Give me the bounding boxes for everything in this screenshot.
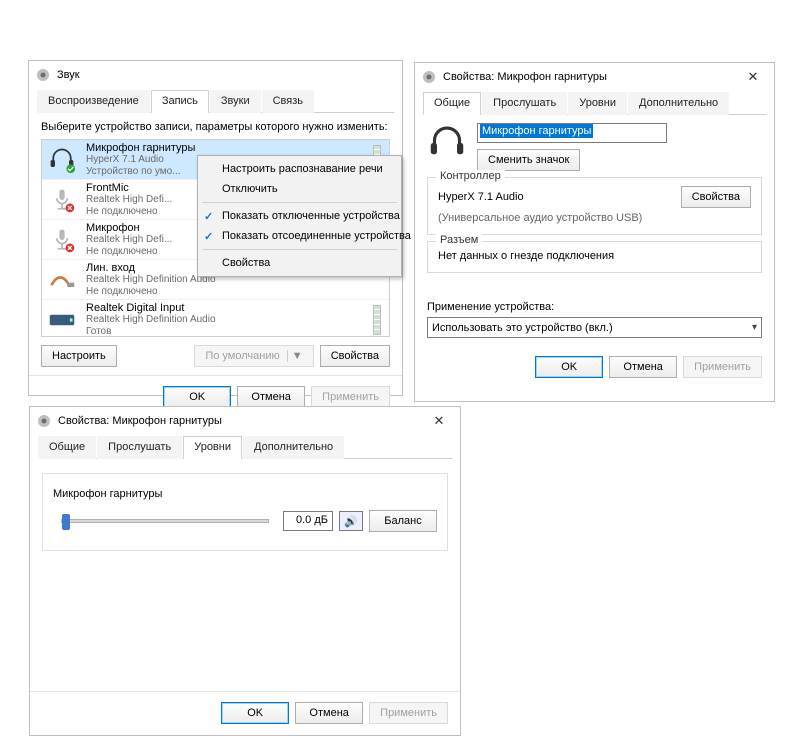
- speaker-icon: [36, 413, 52, 429]
- device-usage-dropdown[interactable]: Использовать это устройство (вкл.) ▾: [427, 317, 762, 338]
- close-button[interactable]: ✕: [424, 413, 454, 429]
- speaker-on-icon: 🔊: [344, 515, 358, 528]
- tab-playback[interactable]: Воспроизведение: [37, 90, 150, 113]
- mic-icon: [46, 184, 78, 216]
- controller-groupbox-title: Контроллер: [436, 170, 505, 182]
- level-meter-icon: [373, 305, 381, 335]
- linein-icon: [46, 264, 78, 296]
- jack-groupbox-title: Разъем: [436, 234, 482, 246]
- sound-tabs: Воспроизведение Запись Звуки Связь: [37, 89, 394, 113]
- device-text: Realtek Digital Input Realtek High Defin…: [86, 302, 365, 337]
- set-default-button[interactable]: По умолчанию ▼: [194, 345, 313, 367]
- speaker-icon: [35, 67, 51, 83]
- ok-button[interactable]: OK: [163, 386, 231, 408]
- controller-subtext: (Универсальное аудио устройство USB): [438, 212, 751, 224]
- props-levels-title: Свойства: Микрофон гарнитуры: [58, 415, 424, 427]
- mic-level-value[interactable]: 0.0 дБ: [283, 511, 333, 531]
- menu-item-show-disconnected[interactable]: Показать отсоединенные устройства: [198, 226, 401, 246]
- device-usage-value: Использовать это устройство (вкл.): [432, 322, 613, 334]
- menu-item-show-disabled[interactable]: Показать отключенные устройства: [198, 206, 401, 226]
- ok-button[interactable]: OK: [535, 356, 603, 378]
- recording-prompt: Выберите устройство записи, параметры ко…: [41, 121, 390, 133]
- tab-levels[interactable]: Уровни: [568, 92, 627, 115]
- tab-listen[interactable]: Прослушать: [97, 436, 182, 459]
- cancel-button[interactable]: Отмена: [609, 356, 677, 378]
- chevron-down-icon: ▾: [752, 322, 757, 333]
- device-name: Микрофон гарнитуры: [86, 142, 365, 155]
- props-general-titlebar[interactable]: Свойства: Микрофон гарнитуры ✕: [415, 63, 774, 91]
- props-levels-titlebar[interactable]: Свойства: Микрофон гарнитуры ✕: [30, 407, 460, 435]
- device-row-digital-input[interactable]: Realtek Digital Input Realtek High Defin…: [42, 300, 389, 337]
- device-status: Не подключено: [86, 286, 385, 298]
- props-levels-tabs: Общие Прослушать Уровни Дополнительно: [38, 435, 452, 459]
- balance-button[interactable]: Баланс: [369, 510, 437, 532]
- controller-properties-button[interactable]: Свойства: [681, 186, 751, 208]
- chevron-down-icon: ▼: [287, 350, 303, 362]
- menu-item-configure-speech[interactable]: Настроить распознавание речи: [198, 159, 401, 179]
- device-usage-label: Применение устройства:: [427, 301, 762, 313]
- jack-info-text: Нет данных о гнезде подключения: [438, 250, 751, 262]
- set-default-label: По умолчанию: [205, 350, 279, 362]
- jack-groupbox: Разъем Нет данных о гнезде подключения: [427, 241, 762, 273]
- sound-title: Звук: [57, 69, 396, 81]
- menu-separator: [202, 202, 397, 203]
- device-context-menu: Настроить распознавание речи Отключить П…: [197, 155, 402, 277]
- cancel-button[interactable]: Отмена: [237, 386, 305, 408]
- menu-item-properties[interactable]: Свойства: [198, 253, 401, 273]
- slider-thumb-icon: [62, 514, 70, 530]
- change-icon-button[interactable]: Сменить значок: [477, 149, 580, 171]
- tab-advanced[interactable]: Дополнительно: [628, 92, 729, 115]
- properties-button[interactable]: Свойства: [320, 345, 390, 367]
- props-general-tabs: Общие Прослушать Уровни Дополнительно: [423, 91, 766, 115]
- sound-titlebar[interactable]: Звук: [29, 61, 402, 89]
- device-status: Готов: [86, 326, 365, 337]
- headset-large-icon: [427, 123, 467, 166]
- tab-sounds[interactable]: Звуки: [210, 90, 261, 113]
- tab-general[interactable]: Общие: [38, 436, 96, 459]
- tab-general[interactable]: Общие: [423, 92, 481, 115]
- tab-recording[interactable]: Запись: [151, 90, 209, 113]
- controller-groupbox: Контроллер HyperX 7.1 Audio Свойства (Ун…: [427, 177, 762, 235]
- ok-button[interactable]: OK: [221, 702, 289, 724]
- device-name: Realtek Digital Input: [86, 302, 365, 315]
- configure-button[interactable]: Настроить: [41, 345, 117, 367]
- apply-button[interactable]: Применить: [683, 356, 762, 378]
- mic-properties-levels-window: Свойства: Микрофон гарнитуры ✕ Общие Про…: [29, 406, 461, 736]
- menu-separator: [202, 249, 397, 250]
- mic-icon: [46, 224, 78, 256]
- mute-toggle-button[interactable]: 🔊: [339, 511, 363, 531]
- controller-name: HyperX 7.1 Audio: [438, 191, 681, 203]
- speaker-icon: [421, 69, 437, 85]
- tab-listen[interactable]: Прослушать: [482, 92, 567, 115]
- mic-properties-general-window: Свойства: Микрофон гарнитуры ✕ Общие Про…: [414, 62, 775, 402]
- props-general-title: Свойства: Микрофон гарнитуры: [443, 71, 738, 83]
- tab-advanced[interactable]: Дополнительно: [243, 436, 344, 459]
- device-name-value: Микрофон гарнитуры: [480, 124, 593, 138]
- mic-level-label: Микрофон гарнитуры: [53, 488, 437, 500]
- device-name-input[interactable]: Микрофон гарнитуры: [477, 123, 667, 143]
- cancel-button[interactable]: Отмена: [295, 702, 363, 724]
- menu-item-disable[interactable]: Отключить: [198, 179, 401, 199]
- props-general-content: Микрофон гарнитуры Сменить значок Контро…: [415, 115, 774, 346]
- props-levels-content: Микрофон гарнитуры 0.0 дБ 🔊 Баланс: [30, 459, 460, 691]
- headset-icon: [46, 144, 78, 176]
- apply-button[interactable]: Применить: [369, 702, 448, 724]
- apply-button[interactable]: Применить: [311, 386, 390, 408]
- digital-input-icon: [46, 304, 78, 336]
- close-button[interactable]: ✕: [738, 69, 768, 85]
- device-driver: Realtek High Definition Audio: [86, 314, 365, 326]
- mic-level-slider[interactable]: [61, 519, 269, 523]
- tab-communications[interactable]: Связь: [262, 90, 314, 113]
- tab-levels[interactable]: Уровни: [183, 436, 242, 459]
- mic-level-groupbox: Микрофон гарнитуры 0.0 дБ 🔊 Баланс: [42, 473, 448, 551]
